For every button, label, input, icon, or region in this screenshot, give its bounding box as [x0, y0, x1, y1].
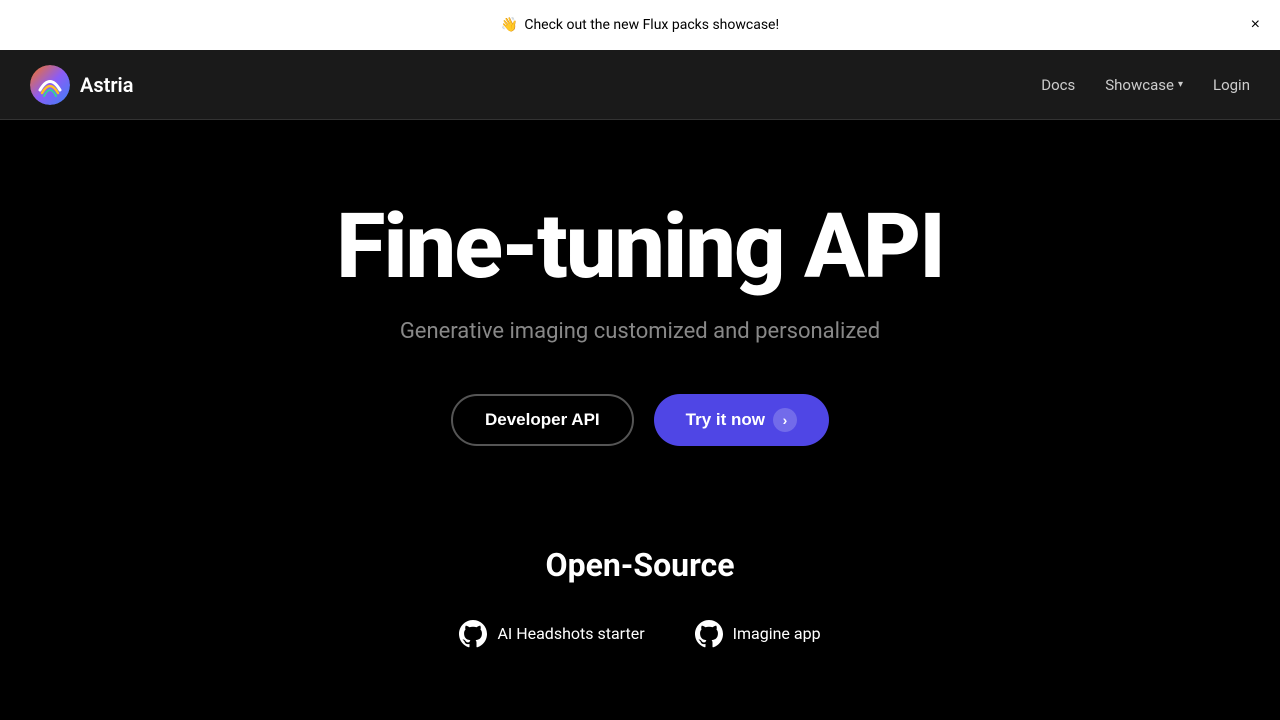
github-icon-1: [459, 620, 487, 648]
chevron-down-icon: ▾: [1178, 79, 1183, 90]
hero-subtitle: Generative imaging customized and person…: [400, 319, 880, 344]
imagine-app-label: Imagine app: [733, 624, 821, 643]
navbar-nav: Docs Showcase ▾ Login: [1041, 76, 1250, 94]
ai-headshots-link[interactable]: AI Headshots starter: [459, 620, 644, 648]
hero-title: Fine-tuning API: [336, 200, 944, 295]
arrow-icon: ›: [773, 408, 797, 432]
announcement-text: Check out the new Flux packs showcase!: [524, 17, 779, 33]
open-source-links: AI Headshots starter Imagine app: [459, 620, 820, 648]
try-it-now-label: Try it now: [686, 410, 765, 430]
try-it-now-button[interactable]: Try it now ›: [654, 394, 829, 446]
open-source-section: Open-Source AI Headshots starter Imagine…: [0, 486, 1280, 688]
announcement-banner: 👋 Check out the new Flux packs showcase!…: [0, 0, 1280, 50]
docs-link[interactable]: Docs: [1041, 76, 1075, 94]
open-source-title: Open-Source: [546, 546, 735, 584]
hero-section: Fine-tuning API Generative imaging custo…: [0, 120, 1280, 486]
login-link[interactable]: Login: [1213, 76, 1250, 94]
showcase-label: Showcase: [1105, 76, 1174, 94]
showcase-dropdown[interactable]: Showcase ▾: [1105, 76, 1183, 94]
imagine-app-link[interactable]: Imagine app: [695, 620, 821, 648]
announcement-emoji: 👋: [501, 17, 518, 33]
navbar: Astria Docs Showcase ▾ Login: [0, 50, 1280, 120]
close-announcement-button[interactable]: ×: [1251, 17, 1260, 33]
ai-headshots-label: AI Headshots starter: [497, 624, 644, 643]
brand-name: Astria: [80, 73, 134, 97]
logo-icon: [30, 65, 70, 105]
hero-buttons: Developer API Try it now ›: [451, 394, 829, 446]
github-icon-2: [695, 620, 723, 648]
developer-api-button[interactable]: Developer API: [451, 394, 634, 446]
brand-logo-link[interactable]: Astria: [30, 65, 134, 105]
